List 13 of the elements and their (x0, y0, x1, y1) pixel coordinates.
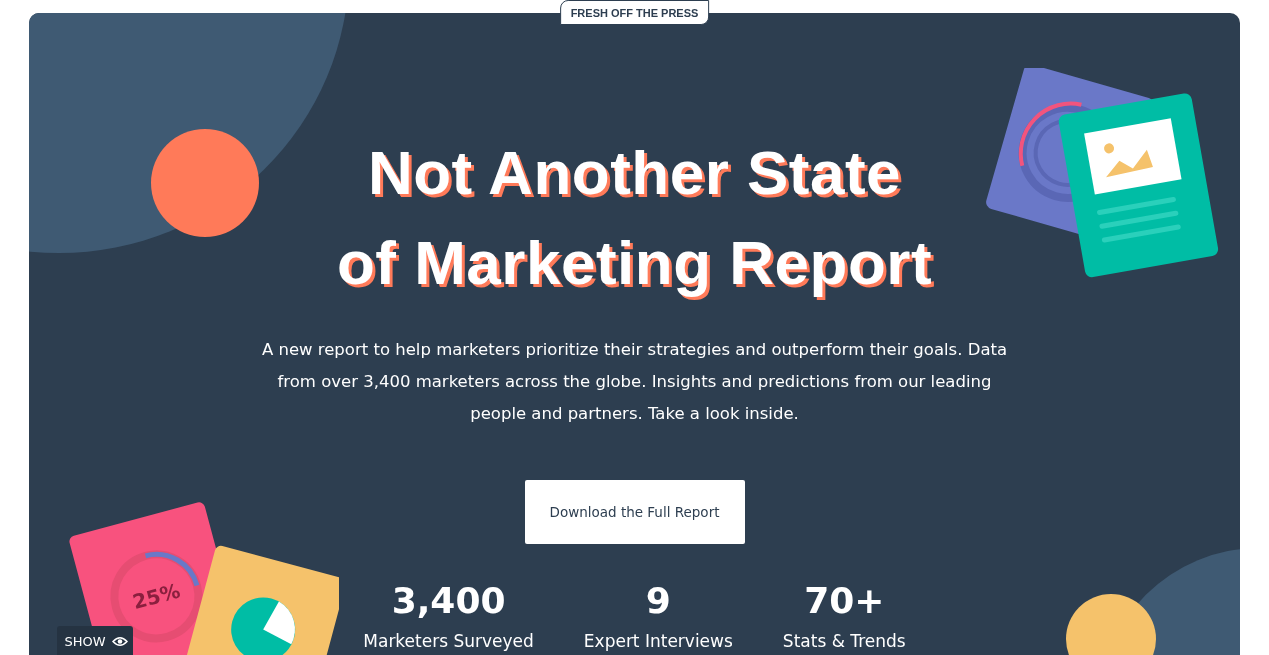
hero-title: Not Another State of Marketing Report (336, 137, 933, 299)
stat-label: Expert Interviews (583, 630, 733, 653)
show-button[interactable]: SHOW (57, 626, 133, 655)
download-button[interactable]: Download the Full Report (524, 480, 745, 544)
stat-value: 3,400 (391, 579, 506, 623)
stat-value: 9 (645, 579, 671, 623)
percent-label: 25% (130, 578, 183, 615)
hero-description: A new report to help marketers prioritize their strategies and outperform their goals. Data from over 3,400 marketers across the globe. Insights and predictions from our leading people and partners. Take a look inside. (260, 339, 1009, 425)
fresh-badge: FRESH OFF THE PRESS (559, 0, 710, 25)
stat-value: 70+ (804, 579, 885, 623)
stat-label: Stats & Trends (782, 630, 906, 653)
stat-label: Marketers Surveyed (363, 630, 534, 653)
eye-icon (111, 635, 128, 647)
